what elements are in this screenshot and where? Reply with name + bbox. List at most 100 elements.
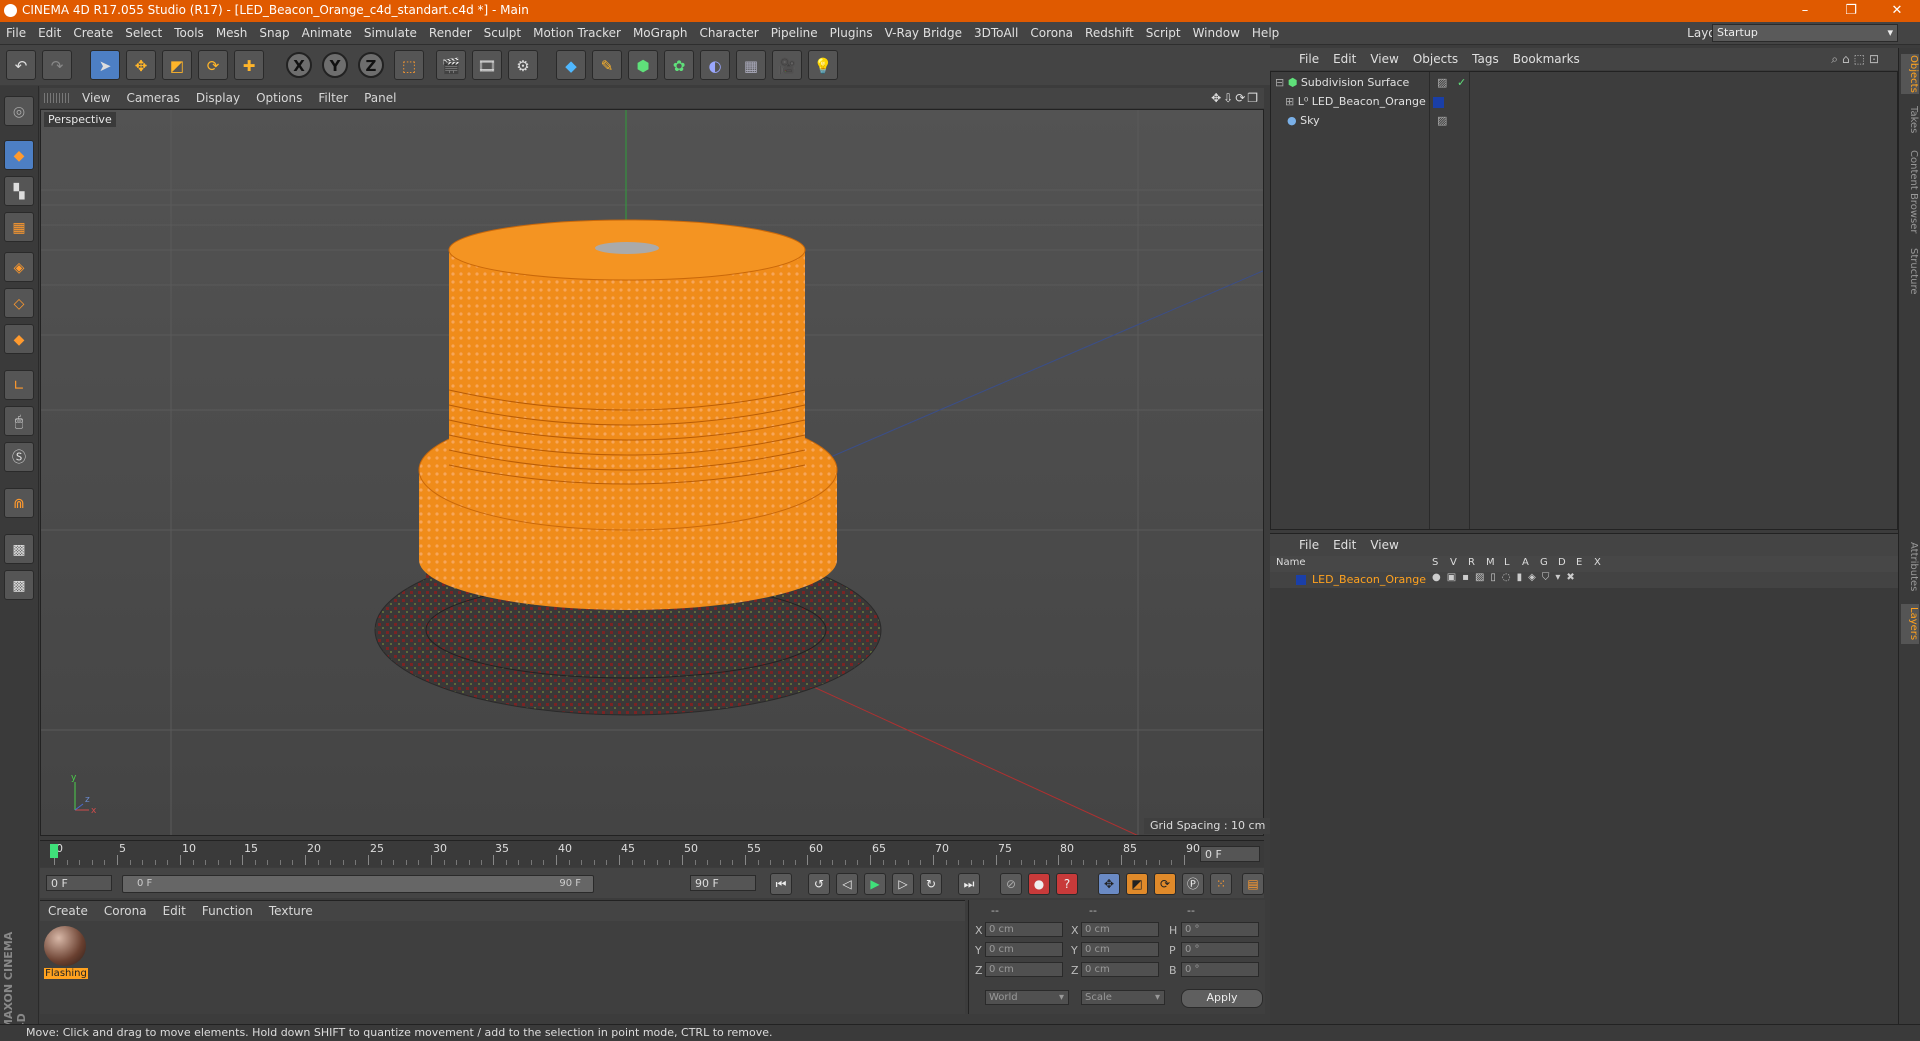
lock-workplane-button[interactable]: ▩ xyxy=(4,534,34,564)
axis-mode-button[interactable]: ∟ xyxy=(4,370,34,400)
rotate-tool-button[interactable]: ⟳ xyxy=(198,50,228,80)
material-menu-corona[interactable]: Corona xyxy=(96,901,155,921)
layer-header-manager[interactable]: M xyxy=(1486,557,1495,568)
menu-redshift[interactable]: Redshift xyxy=(1079,22,1140,44)
layer-header-animation[interactable]: A xyxy=(1522,557,1529,568)
timeline-window-button[interactable]: ▤ xyxy=(1242,873,1264,895)
layer-toggle-icons[interactable]: ●▣▪▨▯◌▮◈⛉▾✖ xyxy=(1432,572,1581,583)
position-y-field[interactable]: 0 cm xyxy=(985,942,1063,957)
menu-create[interactable]: Create xyxy=(67,22,119,44)
layer-name[interactable]: LED_Beacon_Orange xyxy=(1312,573,1426,586)
y-axis-lock-button[interactable]: Y xyxy=(322,52,348,78)
playhead[interactable] xyxy=(50,844,58,858)
restore-button[interactable]: ❐ xyxy=(1828,0,1874,22)
undo-button[interactable]: ↶ xyxy=(6,50,36,80)
coordinate-mode-dropdown[interactable]: World ▾ xyxy=(985,990,1069,1005)
objects-menu-objects[interactable]: Objects xyxy=(1406,48,1465,70)
camera-label[interactable]: Perspective xyxy=(44,112,116,127)
key-position-button[interactable]: ✥ xyxy=(1098,873,1120,895)
menu-sculpt[interactable]: Sculpt xyxy=(478,22,527,44)
key-scale-button[interactable]: ◩ xyxy=(1126,873,1148,895)
menu-3dtoall[interactable]: 3DToAll xyxy=(968,22,1024,44)
size-y-field[interactable]: 0 cm xyxy=(1081,942,1159,957)
redo-button[interactable]: ↷ xyxy=(42,50,72,80)
object-row-sky[interactable]: ● Sky ▨ xyxy=(1275,112,1893,130)
objects-menu-bookmarks[interactable]: Bookmarks xyxy=(1506,48,1587,70)
tab-layers[interactable]: Layers xyxy=(1901,604,1919,644)
rotation-p-field[interactable]: 0 ° xyxy=(1181,942,1259,957)
layers-menu-edit[interactable]: Edit xyxy=(1326,534,1363,556)
layers-menu-file[interactable]: File xyxy=(1292,534,1326,556)
render-view-button[interactable]: 🎬 xyxy=(436,50,466,80)
menu-snap[interactable]: Snap xyxy=(253,22,295,44)
tab-structure[interactable]: Structure xyxy=(1901,244,1919,298)
viewport-menu-options[interactable]: Options xyxy=(248,88,310,108)
model-mode-button[interactable]: ◆ xyxy=(4,140,34,170)
add-deformer-button[interactable]: ◐ xyxy=(700,50,730,80)
layer-header-view[interactable]: V xyxy=(1450,557,1457,568)
scale-tool-button[interactable]: ◩ xyxy=(162,50,192,80)
recent-tool-button[interactable]: ✚ xyxy=(234,50,264,80)
menu-pipeline[interactable]: Pipeline xyxy=(765,22,824,44)
size-x-field[interactable]: 0 cm xyxy=(1081,922,1159,937)
object-manager-nav-icons[interactable]: ⌕⌂⬚⊡ xyxy=(1824,48,1890,70)
close-button[interactable]: ✕ xyxy=(1874,0,1920,22)
menu-simulate[interactable]: Simulate xyxy=(358,22,423,44)
layer-header-expressions[interactable]: E xyxy=(1576,557,1582,568)
render-settings-button[interactable]: ⚙ xyxy=(508,50,538,80)
menu-window[interactable]: Window xyxy=(1187,22,1246,44)
objects-menu-edit[interactable]: Edit xyxy=(1326,48,1363,70)
menu-plugins[interactable]: Plugins xyxy=(824,22,879,44)
menu-file[interactable]: File xyxy=(0,22,32,44)
visibility-dots-icon[interactable]: ▨ xyxy=(1437,112,1447,130)
prev-frame-button[interactable]: ◁ xyxy=(836,873,858,895)
render-picture-viewer-button[interactable]: 🎞 xyxy=(472,50,502,80)
menu-render[interactable]: Render xyxy=(423,22,478,44)
menu-select[interactable]: Select xyxy=(119,22,168,44)
menu-edit[interactable]: Edit xyxy=(32,22,67,44)
add-light-button[interactable]: 💡 xyxy=(808,50,838,80)
menu-help[interactable]: Help xyxy=(1246,22,1285,44)
add-cube-button[interactable]: ◆ xyxy=(556,50,586,80)
objects-menu-file[interactable]: File xyxy=(1292,48,1326,70)
coordinate-system-button[interactable]: ⬚ xyxy=(394,50,424,80)
key-pla-button[interactable]: ⁙ xyxy=(1210,873,1232,895)
objects-menu-view[interactable]: View xyxy=(1363,48,1405,70)
add-spline-pen-button[interactable]: ✎ xyxy=(592,50,622,80)
material-menu-create[interactable]: Create xyxy=(40,901,96,921)
size-mode-dropdown[interactable]: Scale ▾ xyxy=(1081,990,1165,1005)
material-menu-function[interactable]: Function xyxy=(194,901,261,921)
apply-button[interactable]: Apply xyxy=(1181,989,1263,1008)
x-axis-lock-button[interactable]: X xyxy=(286,52,312,78)
autokey-button[interactable]: ● xyxy=(1028,873,1050,895)
objects-menu-tags[interactable]: Tags xyxy=(1465,48,1506,70)
layer-header-solo[interactable]: S xyxy=(1432,557,1438,568)
layer-header-locked[interactable]: L xyxy=(1504,557,1510,568)
menu-tools[interactable]: Tools xyxy=(168,22,210,44)
preview-range-slider[interactable]: 0 F 90 F xyxy=(122,875,594,893)
material-menu-texture[interactable]: Texture xyxy=(261,901,321,921)
menu-script[interactable]: Script xyxy=(1140,22,1187,44)
viewport-menu-filter[interactable]: Filter xyxy=(310,88,356,108)
visibility-dots-icon[interactable]: ▨ xyxy=(1437,74,1447,92)
layer-row[interactable]: LED_Beacon_Orange ●▣▪▨▯◌▮◈⛉▾✖ xyxy=(1270,572,1898,588)
current-frame-field[interactable]: 0 F xyxy=(1200,846,1260,862)
tab-content-browser[interactable]: Content Browser xyxy=(1901,146,1919,238)
record-keys-button[interactable]: ⊘ xyxy=(1000,873,1022,895)
texture-mode-button[interactable]: ▚ xyxy=(4,176,34,206)
menu-animate[interactable]: Animate xyxy=(296,22,358,44)
minimize-button[interactable]: – xyxy=(1782,0,1828,22)
play-button[interactable]: ▶ xyxy=(864,873,886,895)
menu-mesh[interactable]: Mesh xyxy=(210,22,254,44)
add-subdivision-button[interactable]: ⬢ xyxy=(628,50,658,80)
next-frame-button[interactable]: ▷ xyxy=(892,873,914,895)
tab-objects[interactable]: Objects xyxy=(1901,54,1919,94)
viewport-navigation-icons[interactable]: ✥⇩⟳❐ xyxy=(1211,91,1260,105)
layer-header-generators[interactable]: G xyxy=(1540,557,1548,568)
size-z-field[interactable]: 0 cm xyxy=(1081,962,1159,977)
viewport-menu-view[interactable]: View xyxy=(74,88,118,108)
menu-mograph[interactable]: MoGraph xyxy=(627,22,694,44)
start-frame-field[interactable]: 0 F xyxy=(46,875,112,891)
material-menu-edit[interactable]: Edit xyxy=(155,901,194,921)
viewport-menu-display[interactable]: Display xyxy=(188,88,248,108)
